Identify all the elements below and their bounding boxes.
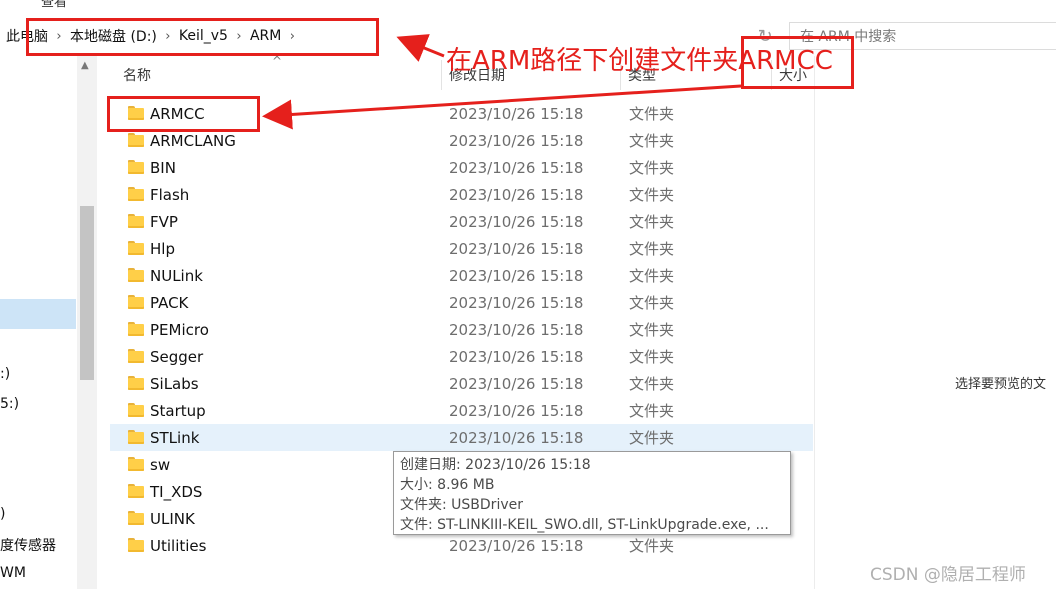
list-item[interactable]: Flash 2023/10/26 15:18 文件夹	[110, 181, 813, 208]
scrollbar-thumb[interactable]	[80, 206, 94, 380]
list-item[interactable]: PACK 2023/10/26 15:18 文件夹	[110, 289, 813, 316]
file-type: 文件夹	[629, 159, 675, 177]
folder-icon	[128, 295, 144, 309]
file-date: 2023/10/26 15:18	[449, 212, 584, 231]
file-type: 文件夹	[629, 321, 675, 339]
folder-icon	[128, 457, 144, 471]
list-item[interactable]: Utilities 2023/10/26 15:18 文件夹	[110, 532, 813, 559]
file-type: 文件夹	[629, 537, 675, 555]
file-type: 文件夹	[629, 240, 675, 258]
file-name: sw	[150, 455, 171, 474]
file-date: 2023/10/26 15:18	[449, 266, 584, 285]
scroll-up-icon[interactable]: ▲	[81, 60, 89, 71]
folder-icon	[128, 538, 144, 552]
nav-item[interactable]: 度传感器	[0, 535, 56, 555]
file-date: 2023/10/26 15:18	[449, 401, 584, 420]
list-item[interactable]: BIN 2023/10/26 15:18 文件夹	[110, 154, 813, 181]
folder-icon	[128, 214, 144, 228]
sort-ascending-icon: ^	[272, 54, 283, 68]
folder-tooltip: 创建日期: 2023/10/26 15:18 大小: 8.96 MB 文件夹: …	[393, 451, 791, 535]
file-name: NULink	[150, 266, 203, 285]
folder-icon	[128, 187, 144, 201]
ribbon-strip: 查看	[0, 0, 1056, 8]
file-date: 2023/10/26 15:18	[449, 536, 584, 555]
nav-item-drive[interactable]: :)	[0, 366, 10, 382]
file-name: ULINK	[150, 509, 195, 528]
nav-scrollbar[interactable]: ▲	[77, 56, 97, 589]
file-name: TI_XDS	[150, 482, 203, 501]
file-date: 2023/10/26 15:18	[449, 131, 584, 150]
file-date: 2023/10/26 15:18	[449, 428, 584, 447]
annotation-label: 在ARM路径下创建文件夹ARMCC	[446, 46, 833, 76]
file-name: ARMCLANG	[150, 131, 236, 150]
folder-icon	[128, 484, 144, 498]
file-date: 2023/10/26 15:18	[449, 185, 584, 204]
tooltip-folders: 文件夹: USBDriver	[400, 497, 523, 513]
folder-icon	[128, 133, 144, 147]
nav-selected-item[interactable]	[0, 299, 76, 329]
folder-icon	[128, 160, 144, 174]
folder-icon	[128, 268, 144, 282]
file-type: 文件夹	[629, 294, 675, 312]
file-name: Utilities	[150, 536, 207, 555]
folder-icon	[128, 430, 144, 444]
file-name: SiLabs	[150, 374, 199, 393]
list-item-hovered[interactable]: STLink 2023/10/26 15:18 文件夹	[110, 424, 813, 451]
folder-icon	[128, 403, 144, 417]
preview-pane-divider[interactable]	[814, 56, 815, 589]
folder-icon	[128, 322, 144, 336]
file-name: BIN	[150, 158, 176, 177]
file-date: 2023/10/26 15:18	[449, 239, 584, 258]
list-item[interactable]: Hlp 2023/10/26 15:18 文件夹	[110, 235, 813, 262]
column-header-name[interactable]: 名称	[123, 58, 151, 92]
file-type: 文件夹	[629, 213, 675, 231]
file-type: 文件夹	[629, 105, 675, 123]
file-name: Segger	[150, 347, 204, 366]
annotation-box-armcc	[107, 96, 260, 132]
nav-item-drive[interactable]: 5:)	[0, 396, 19, 412]
file-date: 2023/10/26 15:18	[449, 320, 584, 339]
watermark: CSDN @隐居工程师	[870, 565, 1026, 585]
file-name: FVP	[150, 212, 178, 231]
file-date: 2023/10/26 15:18	[449, 104, 584, 123]
column-divider[interactable]	[441, 60, 442, 90]
nav-item[interactable]: )	[0, 506, 5, 522]
folder-icon	[128, 376, 144, 390]
file-date: 2023/10/26 15:18	[449, 293, 584, 312]
file-date: 2023/10/26 15:18	[449, 374, 584, 393]
annotation-box-path	[26, 18, 379, 56]
tooltip-size: 大小: 8.96 MB	[400, 477, 495, 493]
file-name: STLink	[150, 428, 200, 447]
file-name: PEMicro	[150, 320, 209, 339]
folder-icon	[128, 241, 144, 255]
file-type: 文件夹	[629, 132, 675, 150]
tooltip-created: 创建日期: 2023/10/26 15:18	[400, 457, 591, 473]
file-date: 2023/10/26 15:18	[449, 158, 584, 177]
list-item[interactable]: Segger 2023/10/26 15:18 文件夹	[110, 343, 813, 370]
preview-message: 选择要预览的文	[955, 377, 1047, 392]
list-item[interactable]: SiLabs 2023/10/26 15:18 文件夹	[110, 370, 813, 397]
list-item[interactable]: NULink 2023/10/26 15:18 文件夹	[110, 262, 813, 289]
tooltip-files: 文件: ST-LINKIII-KEIL_SWO.dll, ST-LinkUpgr…	[400, 517, 769, 533]
folder-icon	[128, 349, 144, 363]
file-type: 文件夹	[629, 402, 675, 420]
nav-item[interactable]: WM	[0, 565, 26, 581]
file-name: Flash	[150, 185, 190, 204]
folder-icon	[128, 511, 144, 525]
list-item[interactable]: Startup 2023/10/26 15:18 文件夹	[110, 397, 813, 424]
file-type: 文件夹	[629, 375, 675, 393]
list-item[interactable]: FVP 2023/10/26 15:18 文件夹	[110, 208, 813, 235]
view-tab[interactable]: 查看	[41, 0, 67, 8]
file-type: 文件夹	[629, 348, 675, 366]
file-type: 文件夹	[629, 429, 675, 447]
file-date: 2023/10/26 15:18	[449, 347, 584, 366]
list-item[interactable]: PEMicro 2023/10/26 15:18 文件夹	[110, 316, 813, 343]
file-name: Hlp	[150, 239, 175, 258]
file-name: PACK	[150, 293, 189, 312]
file-name: Startup	[150, 401, 206, 420]
file-type: 文件夹	[629, 267, 675, 285]
file-type: 文件夹	[629, 186, 675, 204]
